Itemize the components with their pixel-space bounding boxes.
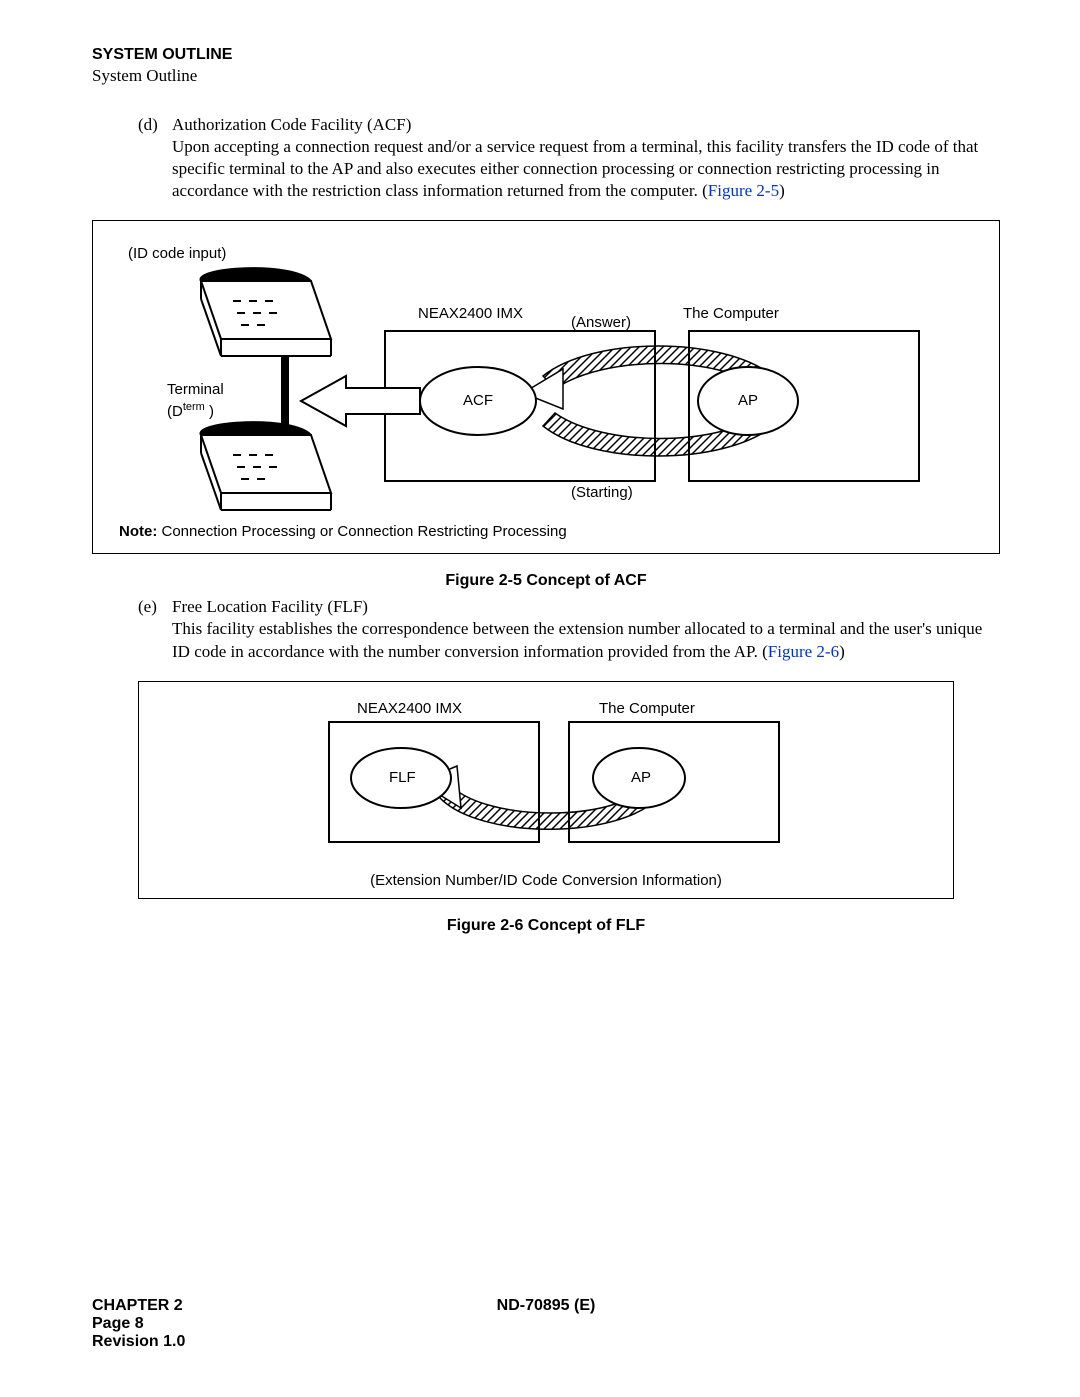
dterm-pre: (D [167, 403, 183, 420]
item-e-title: Free Location Facility (FLF) [172, 597, 368, 616]
footer-docnum: ND-70895 (E) [497, 1297, 596, 1315]
figure-2-6-box: NEAX2400 IMX The Computer FLF AP (Extens… [138, 681, 954, 899]
list-body-e: Free Location Facility (FLF) This facili… [172, 596, 1000, 662]
label-answer: (Answer) [571, 314, 631, 331]
label-starting: (Starting) [571, 484, 633, 501]
list-marker-d: (d) [138, 114, 158, 136]
label-dterm: (Dterm ) [167, 401, 214, 420]
header-subtitle: System Outline [92, 66, 1000, 86]
item-d-body: Upon accepting a connection request and/… [172, 137, 978, 200]
label-acf: ACF [463, 392, 493, 409]
label-terminal: Terminal [167, 381, 224, 398]
dterm-post: ) [205, 403, 214, 420]
label-ap-2: AP [631, 769, 651, 786]
item-e-tail: ) [839, 642, 845, 661]
label-computer-2: The Computer [599, 700, 695, 717]
header-title: SYSTEM OUTLINE [92, 46, 1000, 64]
item-e-body: This facility establishes the correspond… [172, 619, 982, 660]
figure-2-6-svg [139, 682, 953, 898]
label-neax-2: NEAX2400 IMX [357, 700, 462, 717]
list-item-d: (d) Authorization Code Facility (ACF) Up… [138, 114, 1000, 202]
figure-2-5-box: (ID code input) NEAX2400 IMX The Compute… [92, 220, 1000, 554]
page-footer: CHAPTER 2 ND-70895 (E) Page 8 Revision 1… [92, 1297, 1000, 1351]
figure-2-6-caption: Figure 2-6 Concept of FLF [92, 917, 1000, 935]
label-ap: AP [738, 392, 758, 409]
label-flf: FLF [389, 769, 416, 786]
label-computer: The Computer [683, 305, 779, 322]
footer-chapter: CHAPTER 2 [92, 1297, 183, 1315]
figure-2-5-svg [93, 221, 999, 553]
figure-link-2-6[interactable]: Figure 2-6 [768, 642, 839, 661]
list-body-d: Authorization Code Facility (ACF) Upon a… [172, 114, 1000, 202]
figure-2-5-caption: Figure 2-5 Concept of ACF [92, 572, 1000, 590]
item-d-title: Authorization Code Facility (ACF) [172, 115, 411, 134]
note-body: Connection Processing or Connection Rest… [157, 523, 566, 540]
label-id-code-input: (ID code input) [128, 245, 226, 262]
dterm-sup: term [183, 401, 205, 413]
note-line: Note: Connection Processing or Connectio… [119, 523, 567, 540]
label-neax: NEAX2400 IMX [418, 305, 523, 322]
note-label: Note: [119, 523, 157, 540]
footer-rev: Revision 1.0 [92, 1333, 1000, 1351]
list-marker-e: (e) [138, 596, 158, 618]
footer-page: Page 8 [92, 1315, 1000, 1333]
list-item-e: (e) Free Location Facility (FLF) This fa… [138, 596, 1000, 662]
item-d-tail: ) [779, 181, 785, 200]
figure-link-2-5[interactable]: Figure 2-5 [708, 181, 779, 200]
label-conv-info: (Extension Number/ID Code Conversion Inf… [139, 872, 953, 889]
